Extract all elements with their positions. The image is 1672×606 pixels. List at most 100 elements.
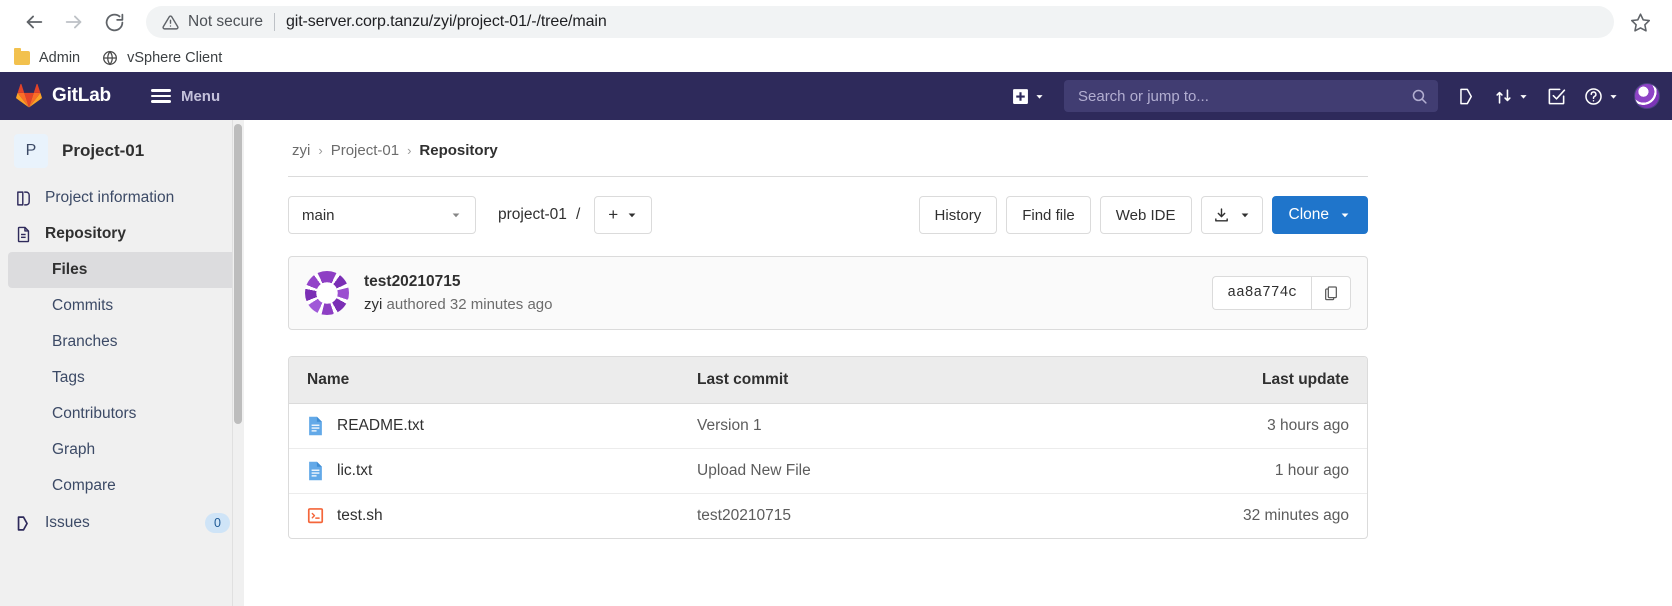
bookmark-admin[interactable]: Admin	[14, 48, 80, 66]
project-sidebar: ▲ P Project-01 Project information Repos…	[0, 120, 244, 606]
address-bar[interactable]: Not secure git-server.corp.tanzu/zyi/pro…	[146, 6, 1614, 38]
clone-button[interactable]: Clone	[1271, 196, 1368, 234]
file-last-commit-cell[interactable]: Version 1	[697, 417, 1099, 435]
sidebar-item-contributors[interactable]: Contributors	[8, 396, 236, 432]
branch-selector[interactable]: main	[288, 196, 476, 234]
chevron-down-icon	[1241, 213, 1248, 218]
sidebar-item-project-information[interactable]: Project information	[0, 180, 244, 216]
user-avatar[interactable]	[1634, 83, 1660, 109]
new-item-dropdown[interactable]	[1003, 81, 1054, 112]
back-button[interactable]	[14, 2, 54, 42]
project-info-icon	[14, 190, 32, 207]
merge-requests-dropdown[interactable]	[1485, 80, 1538, 113]
sidebar-scrollbar-thumb[interactable]	[234, 124, 242, 424]
text-file-icon	[309, 416, 322, 436]
gitlab-tanuki-icon	[16, 83, 42, 108]
back-arrow-icon	[26, 15, 43, 29]
column-header-last-commit: Last commit	[697, 371, 789, 388]
column-header-last-update: Last update	[1262, 371, 1349, 388]
breadcrumb-group[interactable]: zyi	[292, 142, 310, 159]
latest-commit-card: test20210715 zyi authored 32 minutes ago…	[288, 256, 1368, 330]
breadcrumb-project[interactable]: Project-01	[331, 142, 399, 159]
download-icon	[1214, 207, 1228, 222]
sidebar-item-repository[interactable]: Repository	[0, 216, 244, 252]
main-content: zyi › Project-01 › Repository main proje…	[244, 120, 1672, 606]
sidebar-item-tags[interactable]: Tags	[8, 360, 236, 396]
chevron-down-icon	[452, 213, 460, 218]
path-breadcrumb: project-01 /	[498, 206, 580, 224]
commit-author-avatar[interactable]	[305, 271, 349, 315]
chevron-down-icon	[1036, 94, 1043, 99]
table-row[interactable]: lic.txt Upload New File 1 hour ago	[289, 449, 1367, 494]
table-header-row: Name Last commit Last update	[289, 357, 1367, 404]
breadcrumb-divider	[288, 176, 1368, 177]
sidebar-item-graph[interactable]: Graph	[8, 432, 236, 468]
gitlab-home-link[interactable]: GitLab	[16, 83, 111, 109]
globe-icon	[103, 50, 118, 66]
bookmark-star-icon	[1630, 12, 1650, 32]
todos-button[interactable]	[1538, 80, 1575, 113]
sidebar-item-branches[interactable]: Branches	[8, 324, 236, 360]
magnifier-icon[interactable]	[1411, 88, 1428, 105]
bookmark-vsphere-client[interactable]: vSphere Client	[102, 50, 222, 66]
sidebar-item-issues[interactable]: Issues 0	[0, 504, 244, 542]
issues-count-badge: 0	[205, 513, 230, 534]
chevron-down-icon	[1520, 94, 1527, 99]
add-to-tree-button[interactable]: +	[594, 196, 653, 234]
forward-arrow-icon	[65, 15, 82, 29]
bookmark-label: vSphere Client	[127, 50, 223, 66]
plus-square-icon	[1013, 88, 1028, 104]
download-dropdown-button[interactable]	[1200, 196, 1263, 234]
file-name-cell[interactable]: README.txt	[307, 416, 697, 436]
history-button[interactable]: History	[918, 196, 998, 234]
repository-book-icon	[14, 226, 32, 243]
file-name-cell[interactable]: lic.txt	[307, 461, 697, 481]
sidebar-item-label: Issues	[45, 514, 90, 532]
file-list-table: Name Last commit Last update README.txt …	[288, 356, 1368, 539]
reload-button[interactable]	[94, 2, 134, 42]
file-name-label: lic.txt	[337, 462, 373, 479]
search-input[interactable]	[1078, 87, 1411, 105]
sidebar-item-compare[interactable]: Compare	[8, 468, 236, 504]
commit-sha[interactable]: aa8a774c	[1212, 276, 1311, 310]
table-row[interactable]: test.sh test20210715 32 minutes ago	[289, 494, 1367, 538]
merge-request-icon	[1496, 88, 1511, 104]
sidebar-item-label: Tags	[52, 369, 85, 386]
gitlab-navbar: GitLab Menu	[0, 72, 1672, 120]
browser-chrome: Not secure git-server.corp.tanzu/zyi/pro…	[0, 0, 1672, 72]
bookmark-star-button[interactable]	[1622, 4, 1658, 40]
sidebar-item-label: Contributors	[52, 405, 137, 422]
column-header-name: Name	[307, 371, 350, 388]
issues-icon	[1460, 88, 1473, 104]
repository-toolbar: main project-01 / + History Find file We…	[288, 196, 1368, 234]
sidebar-item-commits[interactable]: Commits	[8, 288, 236, 324]
breadcrumb-separator-icon: ›	[407, 143, 412, 158]
sidebar-item-label: Graph	[52, 441, 96, 458]
sidebar-project-header[interactable]: P Project-01	[0, 130, 244, 180]
sidebar-item-files[interactable]: Files	[8, 252, 236, 288]
issues-button[interactable]	[1448, 80, 1485, 113]
web-ide-button[interactable]: Web IDE	[1099, 196, 1192, 234]
commit-message[interactable]: test20210715	[364, 273, 552, 291]
file-last-commit-cell[interactable]: test20210715	[697, 507, 1099, 525]
commit-author-name[interactable]: zyi	[364, 296, 382, 313]
file-name-cell[interactable]: test.sh	[307, 506, 697, 526]
copy-sha-button[interactable]	[1311, 276, 1351, 310]
main-menu-button[interactable]: Menu	[141, 82, 230, 111]
sidebar-item-label: Commits	[52, 297, 114, 314]
sidebar-item-label: Project information	[45, 189, 175, 206]
url-text: git-server.corp.tanzu/zyi/project-01/-/t…	[285, 13, 607, 30]
global-search-box[interactable]	[1064, 80, 1438, 112]
path-root-label[interactable]: project-01	[498, 206, 567, 224]
chevron-down-icon	[628, 213, 636, 218]
file-last-commit-cell[interactable]: Upload New File	[697, 462, 1099, 480]
table-row[interactable]: README.txt Version 1 3 hours ago	[289, 404, 1367, 449]
gitlab-brand-label: GitLab	[52, 85, 111, 106]
forward-button[interactable]	[54, 2, 94, 42]
find-file-button[interactable]: Find file	[1006, 196, 1091, 234]
commit-details: test20210715 zyi authored 32 minutes ago	[364, 273, 552, 313]
shell-script-icon	[307, 508, 324, 524]
project-avatar: P	[14, 134, 48, 168]
sidebar-item-label: Branches	[52, 333, 118, 350]
help-dropdown[interactable]	[1575, 80, 1628, 113]
